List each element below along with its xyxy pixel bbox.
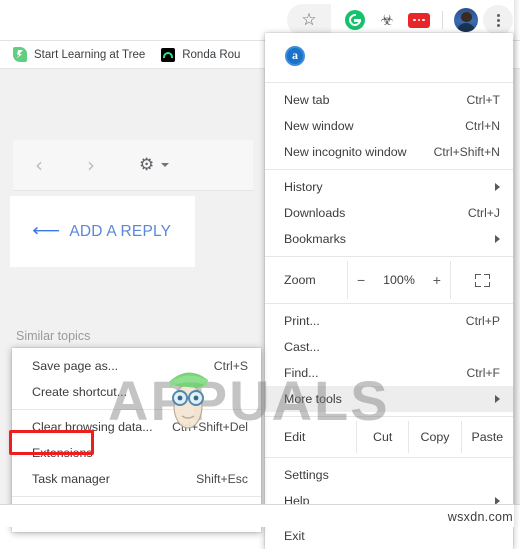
menu-item-label: Downloads: [284, 206, 346, 220]
menu-item-label: New tab: [284, 93, 330, 107]
zoom-label: Zoom: [284, 273, 316, 287]
menu-item-label: New window: [284, 119, 354, 133]
thread-navigation-bar: ‹ › ⚙: [13, 140, 253, 191]
menu-item-shortcut: Ctrl+Shift+N: [433, 145, 500, 159]
menu-item-bookmarks[interactable]: Bookmarks: [265, 226, 513, 252]
gear-icon: ⚙: [139, 154, 155, 175]
similar-topics-heading: Similar topics: [16, 329, 91, 343]
bookmark-item-treehouse[interactable]: Start Learning at Tree: [13, 47, 145, 62]
menu-divider: [265, 457, 513, 458]
menu-item-new-tab[interactable]: New tab Ctrl+T: [265, 87, 513, 113]
bookmark-star-icon[interactable]: ☆: [287, 4, 331, 36]
toolbar-icon-group: ☆ ☣: [287, 4, 514, 36]
menu-item-label: Task manager: [32, 472, 110, 486]
submenu-arrow-icon: [495, 183, 500, 191]
menu-edit-row: Edit Cut Copy Paste: [265, 421, 513, 453]
edit-label: Edit: [284, 430, 306, 444]
menu-divider: [265, 303, 513, 304]
chrome-main-menu: a New tab Ctrl+T New window Ctrl+N New i…: [265, 33, 513, 549]
menu-item-label: New incognito window: [284, 145, 407, 159]
add-a-reply-button[interactable]: ⟵ ADD A REPLY: [10, 196, 195, 267]
menu-item-label: Clear browsing data...: [32, 420, 153, 434]
bookmark-label: Ronda Rou: [182, 48, 241, 61]
menu-account-row[interactable]: a: [265, 33, 513, 78]
menu-item-find[interactable]: Find... Ctrl+F: [265, 360, 513, 386]
previous-page-icon[interactable]: ‹: [13, 155, 65, 175]
menu-item-cast[interactable]: Cast...: [265, 334, 513, 360]
right-edge-shadow: [514, 0, 520, 527]
bookmark-label: Start Learning at Tree: [34, 48, 146, 61]
fullscreen-icon: [474, 273, 490, 287]
treehouse-favicon: [13, 47, 27, 62]
menu-item-shortcut: Shift+Esc: [196, 472, 248, 486]
red-extension-icon[interactable]: [403, 4, 435, 36]
menu-item-new-incognito-window[interactable]: New incognito window Ctrl+Shift+N: [265, 139, 513, 165]
menu-item-shortcut: Ctrl+T: [466, 93, 500, 107]
menu-item-label: Cast...: [284, 340, 320, 354]
zoom-out-button[interactable]: −: [355, 272, 367, 288]
source-site-label: wsxdn.com: [447, 510, 513, 524]
menu-item-label: Bookmarks: [284, 232, 346, 246]
account-avatar-icon: a: [285, 45, 305, 66]
menu-item-label: Print...: [284, 314, 320, 328]
menu-item-label: Exit: [284, 529, 305, 543]
bookmark-item-ronda[interactable]: Ronda Rou: [161, 47, 241, 62]
submenu-item-create-shortcut[interactable]: Create shortcut...: [12, 379, 261, 405]
menu-divider: [265, 82, 513, 83]
menu-item-history[interactable]: History: [265, 174, 513, 200]
submenu-item-task-manager[interactable]: Task manager Shift+Esc: [12, 466, 261, 492]
bug-extension-icon[interactable]: ☣: [371, 4, 403, 36]
menu-divider: [12, 409, 261, 410]
grammarly-extension-icon[interactable]: [339, 4, 371, 36]
menu-zoom-row: Zoom − 100% +: [265, 261, 513, 299]
menu-item-label: Find...: [284, 366, 319, 380]
zoom-controls: − 100% +: [347, 261, 451, 299]
menu-item-label: Save page as...: [32, 359, 119, 373]
menu-item-settings[interactable]: Settings: [265, 462, 513, 488]
copy-button[interactable]: Copy: [408, 421, 460, 453]
submenu-item-save-page-as[interactable]: Save page as... Ctrl+S: [12, 353, 261, 379]
paste-button[interactable]: Paste: [460, 421, 513, 453]
menu-divider: [12, 496, 261, 497]
zoom-level-value: 100%: [383, 273, 415, 287]
chrome-menu-kebab-button[interactable]: [482, 4, 514, 36]
menu-item-label: History: [284, 180, 323, 194]
menu-item-shortcut: Ctrl+S: [213, 359, 248, 373]
menu-item-label: More tools: [284, 392, 342, 406]
menu-item-shortcut: Ctrl+J: [467, 206, 500, 220]
menu-item-print[interactable]: Print... Ctrl+P: [265, 308, 513, 334]
menu-item-shortcut: Ctrl+N: [465, 119, 500, 133]
fullscreen-button[interactable]: [451, 261, 513, 299]
menu-divider: [265, 416, 513, 417]
zoom-in-button[interactable]: +: [431, 272, 443, 288]
bottom-strip: [0, 504, 520, 527]
menu-divider: [265, 256, 513, 257]
menu-item-label: Settings: [284, 468, 329, 482]
cut-button[interactable]: Cut: [356, 421, 408, 453]
submenu-item-clear-browsing-data[interactable]: Clear browsing data... Ctrl+Shift+Del: [12, 414, 261, 440]
submenu-arrow-icon: [495, 395, 500, 403]
toolbar-divider: [442, 11, 443, 29]
menu-item-new-window[interactable]: New window Ctrl+N: [265, 113, 513, 139]
submenu-item-extensions[interactable]: Extensions: [12, 440, 261, 466]
chevron-down-icon: [161, 163, 169, 167]
add-a-reply-label: ADD A REPLY: [69, 222, 172, 240]
settings-menu-button[interactable]: ⚙: [139, 154, 169, 175]
menu-divider: [265, 169, 513, 170]
menu-item-label: Create shortcut...: [32, 385, 128, 399]
menu-item-shortcut: Ctrl+P: [465, 314, 500, 328]
menu-item-label: Extensions: [32, 446, 93, 460]
menu-item-more-tools[interactable]: More tools: [265, 386, 513, 412]
ronda-favicon: [161, 47, 176, 62]
profile-avatar[interactable]: [450, 4, 482, 36]
submenu-arrow-icon: [495, 235, 500, 243]
menu-item-downloads[interactable]: Downloads Ctrl+J: [265, 200, 513, 226]
menu-item-shortcut: Ctrl+Shift+Del: [172, 420, 248, 434]
menu-item-shortcut: Ctrl+F: [466, 366, 500, 380]
next-page-icon[interactable]: ›: [65, 155, 117, 175]
reply-arrow-icon: ⟵: [32, 221, 61, 241]
